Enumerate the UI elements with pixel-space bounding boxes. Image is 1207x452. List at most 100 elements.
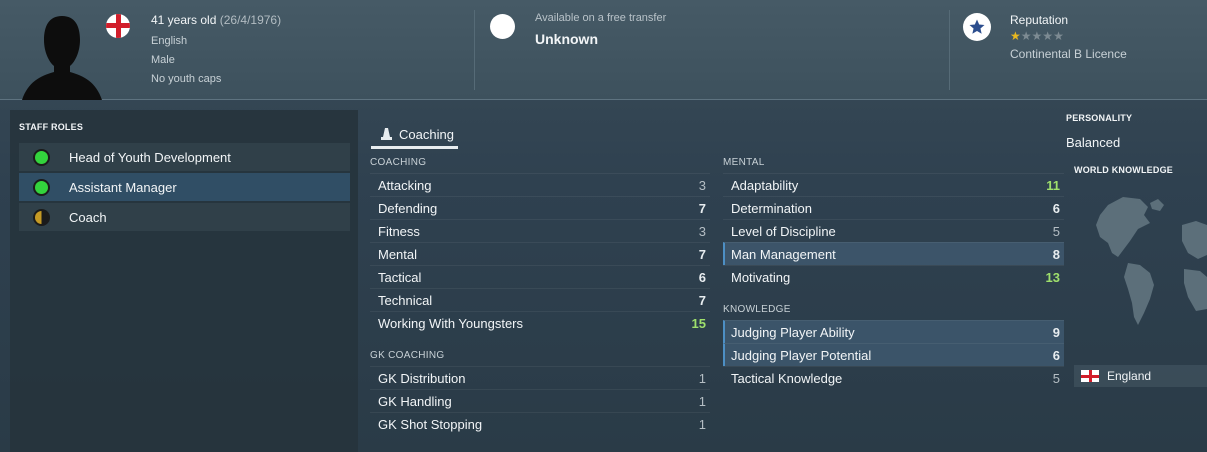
reputation-stars: ★★★★★ xyxy=(1010,29,1064,43)
attribute-value: 13 xyxy=(1045,269,1060,285)
country-name: England xyxy=(1107,369,1152,383)
attribute-value: 3 xyxy=(698,223,706,239)
staff-roles-panel: STAFF ROLES Head of Youth Development As… xyxy=(10,110,358,452)
attribute-row[interactable]: Determination 6 xyxy=(723,196,1064,219)
role-suitability-full-icon xyxy=(33,178,50,196)
transfer-status-icon xyxy=(490,14,515,39)
role-row-head-of-youth-development[interactable]: Head of Youth Development xyxy=(19,143,350,171)
star-empty-icon: ★ xyxy=(1031,29,1043,43)
world-map-icon xyxy=(1096,197,1207,325)
nationality-text: English xyxy=(151,35,188,47)
attribute-row[interactable]: Man Management 8 xyxy=(723,242,1064,265)
star-empty-icon: ★ xyxy=(1020,29,1032,43)
coaching-cone-icon xyxy=(381,128,392,140)
england-flag-icon xyxy=(1081,370,1099,382)
star-icon xyxy=(963,13,991,41)
attribute-name: Tactical xyxy=(378,269,422,285)
attribute-value: 3 xyxy=(698,177,706,193)
role-suitability-full-icon xyxy=(33,148,50,166)
attribute-row[interactable]: GK Shot Stopping 1 xyxy=(370,412,710,435)
gender-text: Male xyxy=(151,54,175,66)
tab-label: Coaching xyxy=(399,126,454,142)
reputation-label: Reputation xyxy=(1010,13,1069,27)
personality-value: Balanced xyxy=(1066,135,1121,150)
world-knowledge-heading: WORLD KNOWLEDGE xyxy=(1074,165,1173,175)
attribute-row[interactable]: Adaptability 11 xyxy=(723,173,1064,196)
attribute-value: 1 xyxy=(698,416,706,432)
attribute-name: Fitness xyxy=(378,223,420,239)
attribute-value: 9 xyxy=(1052,324,1060,340)
attribute-value: 6 xyxy=(1052,347,1060,363)
attribute-name: Technical xyxy=(378,292,433,308)
attribute-value: 7 xyxy=(698,292,706,308)
attribute-value: 1 xyxy=(698,370,706,386)
attribute-name: Man Management xyxy=(731,246,836,262)
attribute-row[interactable]: Tactical Knowledge 5 xyxy=(723,366,1064,389)
gk-coaching-heading: GK COACHING xyxy=(370,350,445,361)
attribute-value: 6 xyxy=(698,269,706,285)
mental-heading: MENTAL xyxy=(723,157,765,168)
attribute-row[interactable]: GK Distribution 1 xyxy=(370,366,710,389)
attribute-row[interactable]: Fitness 3 xyxy=(370,219,710,242)
attribute-value: 7 xyxy=(698,200,706,216)
country-knowledge-row[interactable]: England xyxy=(1074,365,1207,387)
attribute-row[interactable]: Judging Player Ability 9 xyxy=(723,320,1064,343)
attribute-value: 7 xyxy=(698,246,706,262)
tab-active-indicator xyxy=(371,146,458,149)
attribute-name: Motivating xyxy=(731,269,791,285)
attribute-name: Judging Player Potential xyxy=(731,347,872,363)
attribute-row[interactable]: Judging Player Potential 6 xyxy=(723,343,1064,366)
role-label: Coach xyxy=(69,209,107,225)
attribute-value: 8 xyxy=(1052,246,1060,262)
header-divider xyxy=(474,10,475,90)
youth-caps-text: No youth caps xyxy=(151,73,222,85)
dob-text: (26/4/1976) xyxy=(219,13,282,27)
attribute-row[interactable]: Motivating 13 xyxy=(723,265,1064,288)
attribute-name: Level of Discipline xyxy=(731,223,836,239)
attribute-row[interactable]: Defending 7 xyxy=(370,196,710,219)
transfer-label: Available on a free transfer xyxy=(535,12,667,24)
role-label: Head of Youth Development xyxy=(69,149,231,165)
attribute-name: Defending xyxy=(378,200,438,216)
age-text: 41 years old xyxy=(151,13,217,27)
role-suitability-half-icon xyxy=(33,208,50,226)
attribute-name: Determination xyxy=(731,200,812,216)
attribute-value: 1 xyxy=(698,393,706,409)
attribute-row[interactable]: Attacking 3 xyxy=(370,173,710,196)
attribute-name: Working With Youngsters xyxy=(378,315,523,331)
coaching-heading: COACHING xyxy=(370,157,427,168)
staff-roles-heading: STAFF ROLES xyxy=(19,122,84,132)
knowledge-heading: KNOWLEDGE xyxy=(723,304,791,315)
attribute-name: Attacking xyxy=(378,177,432,193)
licence-text: Continental B Licence xyxy=(1010,47,1127,61)
star-empty-icon: ★ xyxy=(1053,29,1064,43)
header-divider xyxy=(949,10,950,90)
role-label: Assistant Manager xyxy=(69,179,177,195)
attribute-row[interactable]: Working With Youngsters 15 xyxy=(370,311,710,334)
tab-coaching[interactable]: Coaching xyxy=(371,119,458,149)
attribute-row[interactable]: GK Handling 1 xyxy=(370,389,710,412)
personality-heading: PERSONALITY xyxy=(1066,113,1133,123)
attribute-name: Adaptability xyxy=(731,177,799,193)
attribute-value: 6 xyxy=(1052,200,1060,216)
staff-silhouette-avatar xyxy=(22,16,102,100)
attribute-row[interactable]: Tactical 6 xyxy=(370,265,710,288)
attribute-name: GK Distribution xyxy=(378,370,466,386)
transfer-value[interactable]: Unknown xyxy=(535,31,598,47)
star-empty-icon: ★ xyxy=(1042,29,1054,43)
attribute-value: 5 xyxy=(1052,223,1060,239)
profile-header: 41 years old (26/4/1976) English Male No… xyxy=(0,0,1207,100)
attribute-row[interactable]: Level of Discipline 5 xyxy=(723,219,1064,242)
role-row-coach[interactable]: Coach xyxy=(19,203,350,231)
attribute-row[interactable]: Mental 7 xyxy=(370,242,710,265)
attribute-row[interactable]: Technical 7 xyxy=(370,288,710,311)
age-line: 41 years old (26/4/1976) xyxy=(151,13,281,27)
attribute-value: 5 xyxy=(1052,370,1060,386)
england-flag-icon xyxy=(106,14,130,38)
attribute-name: Mental xyxy=(378,246,418,262)
attribute-name: GK Shot Stopping xyxy=(378,416,483,432)
attribute-name: Tactical Knowledge xyxy=(731,370,843,386)
star-filled-icon: ★ xyxy=(1010,29,1021,43)
role-row-assistant-manager[interactable]: Assistant Manager xyxy=(19,173,350,201)
attribute-value: 11 xyxy=(1046,177,1060,193)
